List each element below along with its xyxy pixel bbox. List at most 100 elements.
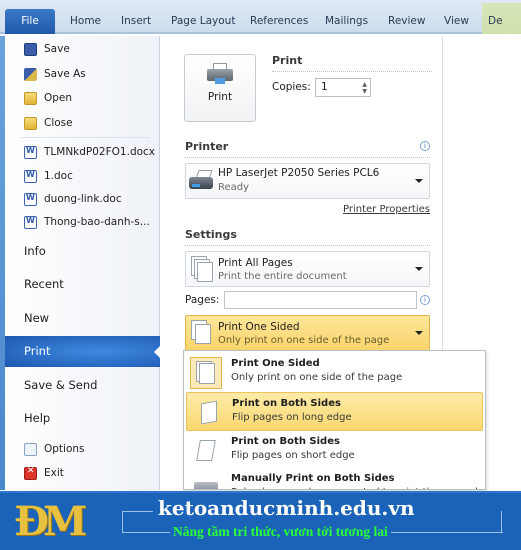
copies-label: Copies: [272, 81, 311, 93]
banner-slogan: Nâng tầm tri thức, vươn tới tương lai [170, 524, 391, 540]
pages-input[interactable] [224, 291, 417, 309]
save-as-label: Save As [44, 68, 86, 80]
print-sides-menu: Print One Sided Only print on one side o… [183, 350, 486, 490]
one-sided-icon [190, 357, 222, 389]
open-label: Open [44, 92, 73, 104]
menu-item-desc: Flip pages on short edge [231, 450, 355, 461]
print-sides-dropdown[interactable]: Print One Sided Only print on one side o… [185, 315, 430, 351]
printer-heading: Printer [185, 140, 229, 153]
banner-site: ketoanducminh.edu.vn [158, 496, 415, 520]
options-icon [24, 442, 37, 456]
nav-info[interactable]: Info [24, 241, 46, 261]
open-folder-icon [24, 91, 37, 105]
menu-item-both-sides-long-edge[interactable]: Print on Both Sides Flip pages on long e… [186, 392, 483, 431]
print-sides-desc: Only print on one side of the page [218, 335, 390, 346]
ribbon-tab-bar: File Home Insert Page Layout References … [0, 0, 521, 34]
save-as-command[interactable]: Save As [24, 64, 86, 84]
brand-logo: ĐM [14, 498, 87, 545]
divider [185, 157, 430, 158]
tab-mailings[interactable]: Mailings [325, 10, 368, 32]
pages-icon [191, 256, 213, 282]
menu-item-one-sided[interactable]: Print One Sided Only print on one side o… [184, 353, 485, 392]
info-icon[interactable]: i [420, 295, 430, 305]
recent-file-name: duong-link.doc [44, 193, 122, 205]
word-document-icon [24, 215, 37, 229]
menu-item-title: Print on Both Sides [232, 398, 341, 409]
recent-file-name: 1.doc [44, 170, 73, 182]
save-command[interactable]: Save [24, 39, 70, 59]
tab-insert[interactable]: Insert [121, 10, 151, 32]
pane-divider [442, 36, 443, 356]
print-range-dropdown[interactable]: Print All Pages Print the entire documen… [185, 251, 430, 287]
save-label: Save [44, 43, 70, 55]
menu-item-manual-duplex[interactable]: Manually Print on Both Sides Reload pape… [184, 468, 485, 489]
nav-print[interactable]: Print [5, 336, 161, 367]
save-as-icon [24, 67, 37, 81]
tab-home[interactable]: Home [70, 10, 101, 32]
divider [20, 137, 150, 138]
word-document-icon [24, 192, 37, 206]
divider [272, 71, 432, 72]
chevron-down-icon [415, 331, 423, 335]
settings-heading: Settings [185, 228, 237, 241]
flip-short-edge-icon [190, 435, 222, 467]
nav-help[interactable]: Help [24, 408, 50, 428]
recent-file-name: Thong-bao-danh-s... [44, 216, 150, 228]
copies-spinner[interactable]: 1 ▲ ▼ [315, 78, 371, 97]
tab-view[interactable]: View [444, 10, 469, 32]
menu-item-title: Manually Print on Both Sides [231, 473, 395, 484]
recent-file-item[interactable]: 1.doc [24, 166, 73, 186]
nav-new[interactable]: New [24, 308, 49, 328]
print-range-title: Print All Pages [218, 257, 293, 269]
tab-file[interactable]: File [5, 9, 55, 34]
chevron-down-icon [415, 267, 423, 271]
exit-label: Exit [44, 467, 64, 479]
options-command[interactable]: Options [24, 439, 85, 459]
recent-file-item[interactable]: Thong-bao-danh-s... [24, 212, 150, 232]
nav-save-and-send[interactable]: Save & Send [24, 375, 97, 395]
chevron-down-icon [415, 179, 423, 183]
printer-dropdown[interactable]: HP LaserJet P2050 Series PCL6 Ready [185, 163, 430, 199]
manual-duplex-printer-icon [190, 472, 222, 489]
print-range-desc: Print the entire document [218, 271, 347, 282]
printer-name: HP LaserJet P2050 Series PCL6 [218, 167, 380, 179]
exit-icon [24, 466, 37, 480]
tab-page-layout[interactable]: Page Layout [171, 10, 235, 32]
word-document-icon [24, 145, 37, 159]
flip-long-edge-icon [193, 397, 225, 429]
pages-label: Pages: [185, 294, 220, 306]
menu-item-title: Print on Both Sides [231, 436, 340, 447]
tab-review[interactable]: Review [388, 10, 425, 32]
print-sides-title: Print One Sided [218, 321, 300, 333]
exit-command[interactable]: Exit [24, 463, 64, 483]
watermark-banner: ĐM ketoanducminh.edu.vn Nâng tầm tri thứ… [0, 491, 521, 550]
print-heading: Print [272, 54, 303, 67]
print-button-label: Print [207, 91, 233, 103]
recent-file-item[interactable]: TLMNkdP02FO1.docx [24, 142, 155, 162]
recent-file-item[interactable]: duong-link.doc [24, 189, 122, 209]
printer-status: Ready [218, 182, 250, 193]
one-sided-page-icon [191, 320, 213, 346]
menu-item-desc: Only print on one side of the page [231, 372, 403, 383]
save-icon [24, 42, 37, 56]
word-document-icon [24, 169, 37, 183]
printer-properties-link[interactable]: Printer Properties [343, 204, 430, 215]
spinner-arrows-icon[interactable]: ▲ ▼ [362, 81, 367, 95]
close-command[interactable]: Close [24, 113, 73, 133]
backstage-sidebar: Save Save As Open Close TLMNkdP02FO1.doc… [0, 36, 161, 490]
close-folder-icon [24, 116, 37, 130]
recent-file-name: TLMNkdP02FO1.docx [44, 146, 156, 158]
menu-item-desc: Flip pages on long edge [232, 412, 352, 423]
tab-references[interactable]: References [250, 10, 308, 32]
copies-value: 1 [321, 81, 328, 93]
menu-item-both-sides-short-edge[interactable]: Print on Both Sides Flip pages on short … [184, 431, 485, 470]
open-command[interactable]: Open [24, 88, 72, 108]
print-button[interactable]: Print [184, 54, 256, 122]
info-icon[interactable]: i [420, 141, 430, 151]
nav-recent[interactable]: Recent [24, 274, 64, 294]
options-label: Options [44, 443, 85, 455]
menu-item-title: Print One Sided [231, 358, 320, 369]
printer-icon [189, 170, 215, 190]
tab-design[interactable]: De [482, 3, 521, 34]
divider [185, 245, 430, 246]
